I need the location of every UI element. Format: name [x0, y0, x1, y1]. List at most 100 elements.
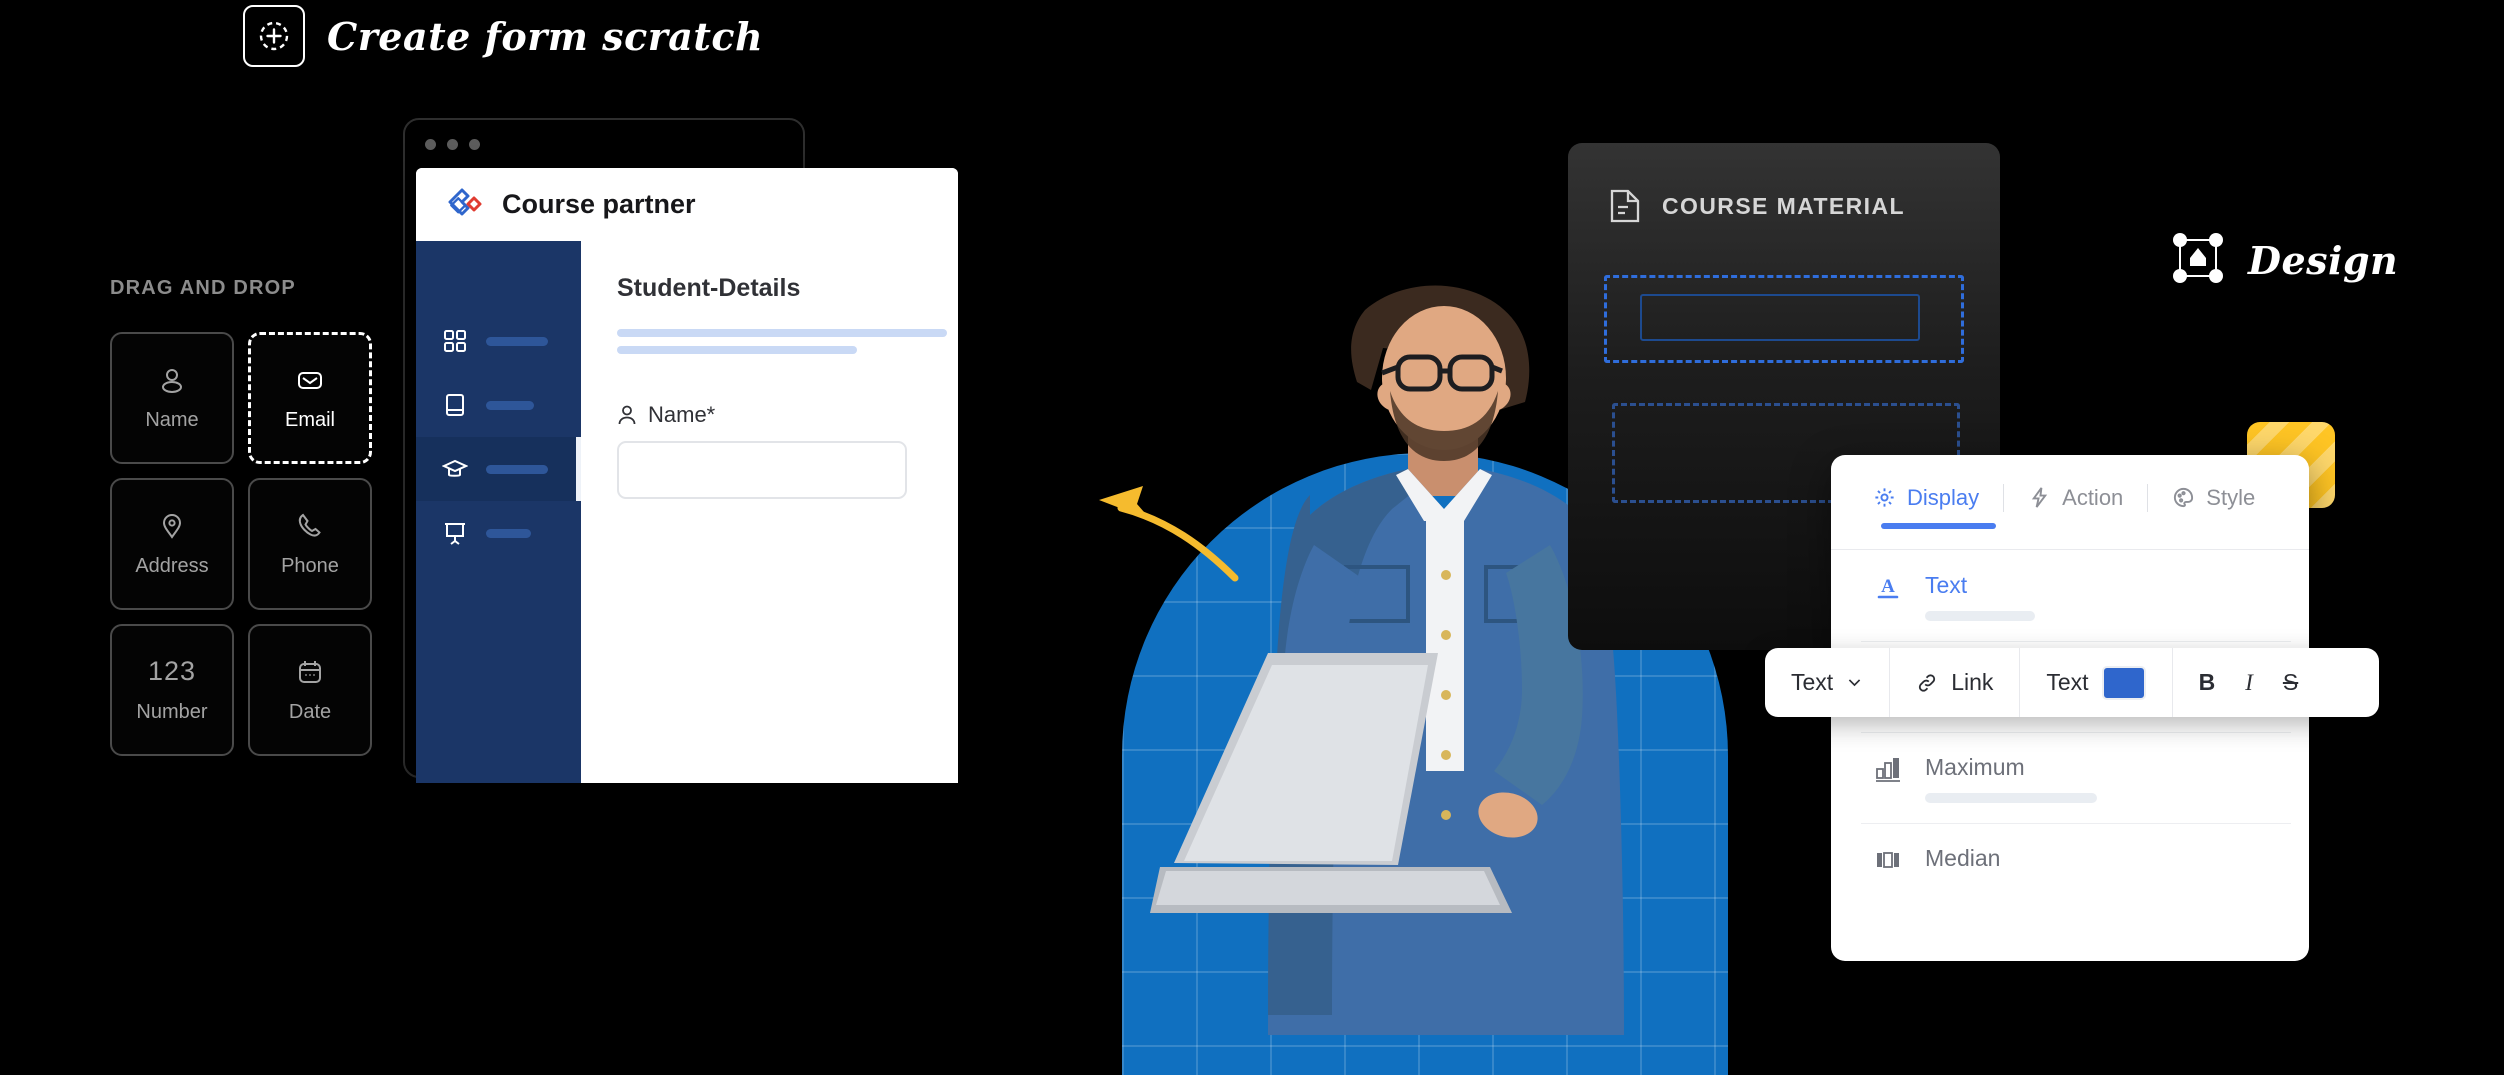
- letter-a-icon: A: [1877, 576, 1899, 599]
- chevron-down-icon: [1848, 679, 1861, 687]
- style-select[interactable]: Text: [1765, 648, 1889, 717]
- 123-glyph: 123: [147, 656, 197, 686]
- window-dot: [469, 139, 480, 150]
- panel-tab-bar: Display Action Style: [1831, 455, 2309, 540]
- drag-and-drop-title: DRAG AND DROP: [110, 277, 296, 299]
- bar-chart-median-icon: [1877, 852, 1899, 868]
- link-button[interactable]: Link: [1890, 648, 2019, 717]
- palette-card-label: Phone: [281, 554, 339, 577]
- sidebar-item-dashboard[interactable]: [416, 309, 581, 373]
- panel-row-label: Text: [1925, 572, 1968, 598]
- selection-frame-icon: [2168, 228, 2228, 293]
- sidebar-item-label-bar: [486, 464, 548, 474]
- document-icon: [1610, 189, 1640, 223]
- tab-style[interactable]: Style: [2172, 485, 2255, 511]
- calendar-icon: [299, 660, 321, 683]
- text-color-control[interactable]: Text: [2020, 648, 2171, 717]
- gear-icon: [1875, 488, 1894, 507]
- sidebar-item-library[interactable]: [416, 373, 581, 437]
- create-from-scratch-label: Create form scratch: [327, 13, 764, 59]
- palette-icon: [2174, 487, 2194, 508]
- strikethrough-button[interactable]: S: [2283, 669, 2298, 696]
- bold-button[interactable]: B: [2199, 669, 2216, 696]
- palette-card-address[interactable]: Address: [110, 478, 234, 610]
- tab-action[interactable]: Action: [2028, 485, 2123, 511]
- link-icon: [1919, 673, 1936, 692]
- tab-separator: [2003, 483, 2005, 512]
- panel-row-skeleton: [1925, 793, 2097, 803]
- create-from-scratch-annotation: Create form scratch: [243, 5, 763, 67]
- palette-card-date[interactable]: Date: [248, 624, 372, 756]
- bar-chart-max-icon: [1876, 758, 1900, 782]
- lightning-icon: [2032, 487, 2048, 508]
- design-label: Design: [2248, 238, 2399, 283]
- text-color-label: Text: [2046, 669, 2089, 695]
- form-field-label: Name*: [648, 402, 716, 427]
- course-partner-title: Course partner: [502, 189, 696, 219]
- sidebar-item-label-bar: [486, 336, 548, 346]
- course-partner-app: Course partner Student-Details Name*: [416, 168, 958, 783]
- form-heading: Student-Details: [617, 274, 801, 302]
- graduation-cap-icon: [442, 459, 468, 477]
- panel-row-label: Maximum: [1925, 754, 2025, 780]
- style-select-value: Text: [1791, 669, 1834, 695]
- italic-button[interactable]: I: [2245, 670, 2253, 696]
- text-format-toolbar: Text Link Text B I S: [1765, 648, 2379, 717]
- course-material-field-outline: [1640, 294, 1920, 341]
- color-swatch[interactable]: [2101, 665, 2146, 700]
- tab-separator: [2147, 483, 2149, 512]
- panel-row-text[interactable]: A Text: [1831, 550, 2309, 641]
- window-dot: [447, 139, 458, 150]
- tab-style-label: Style: [2206, 484, 2256, 510]
- yellow-curved-arrow-icon: [1075, 460, 1255, 595]
- design-annotation: Design: [2168, 228, 2398, 293]
- palette-card-label: Email: [284, 408, 335, 431]
- course-material-header: COURSE MATERIAL: [1568, 143, 2000, 225]
- panel-row-maximum[interactable]: Maximum: [1831, 732, 2309, 823]
- inline-style-group: B I S: [2173, 648, 2325, 717]
- course-partner-form: Student-Details Name*: [581, 241, 958, 783]
- palette-card-phone[interactable]: Phone: [248, 478, 372, 610]
- palette-card-label: Date: [288, 700, 332, 723]
- window-traffic-lights: [425, 139, 480, 150]
- form-skeleton-line: [617, 329, 947, 337]
- sidebar-item-courses[interactable]: [416, 437, 581, 501]
- map-pin-icon: [162, 513, 182, 539]
- course-partner-logo: [448, 188, 482, 215]
- sidebar-item-presentations[interactable]: [416, 501, 581, 565]
- palette-card-label: Number: [136, 701, 208, 723]
- link-label: Link: [1951, 669, 1994, 695]
- person-icon: [162, 368, 182, 393]
- tab-display-label: Display: [1907, 484, 1980, 510]
- book-icon: [446, 394, 464, 416]
- presentation-icon: [445, 523, 465, 545]
- form-skeleton-line: [617, 346, 857, 354]
- grid-icon: [444, 330, 466, 352]
- course-material-title: COURSE MATERIAL: [1662, 192, 1905, 219]
- sidebar-item-label-bar: [486, 400, 534, 410]
- palette-card-name[interactable]: Name: [110, 332, 234, 464]
- palette-card-number[interactable]: 123 Number: [110, 624, 234, 756]
- palette-card-email[interactable]: Email: [248, 332, 372, 464]
- tab-display[interactable]: Display: [1873, 484, 1997, 529]
- form-field-label-row: Name*: [617, 402, 958, 428]
- add-circle-icon: [243, 5, 305, 67]
- course-partner-sidebar: [416, 241, 581, 783]
- svg-text:A: A: [1881, 576, 1895, 597]
- panel-row-skeleton: [1925, 611, 2035, 621]
- palette-card-label: Address: [135, 554, 209, 577]
- drag-and-drop-palette: Name Email Address Phone 123 Number Date: [110, 332, 372, 756]
- course-partner-body: Student-Details Name*: [416, 241, 958, 783]
- envelope-icon: [298, 371, 322, 389]
- tab-action-label: Action: [2062, 484, 2124, 510]
- hero-composition: Create form scratch Design DRAG AND DROP…: [0, 0, 2504, 1075]
- window-dot: [425, 139, 436, 150]
- person-icon: [618, 405, 636, 425]
- name-input[interactable]: [617, 441, 907, 499]
- palette-card-label: Name: [145, 408, 199, 431]
- course-partner-header: Course partner: [416, 168, 958, 241]
- phone-icon: [298, 513, 321, 537]
- sidebar-item-label-bar: [486, 528, 531, 538]
- panel-row-label: Median: [1925, 845, 2001, 871]
- panel-row-median[interactable]: Median: [1831, 823, 2309, 895]
